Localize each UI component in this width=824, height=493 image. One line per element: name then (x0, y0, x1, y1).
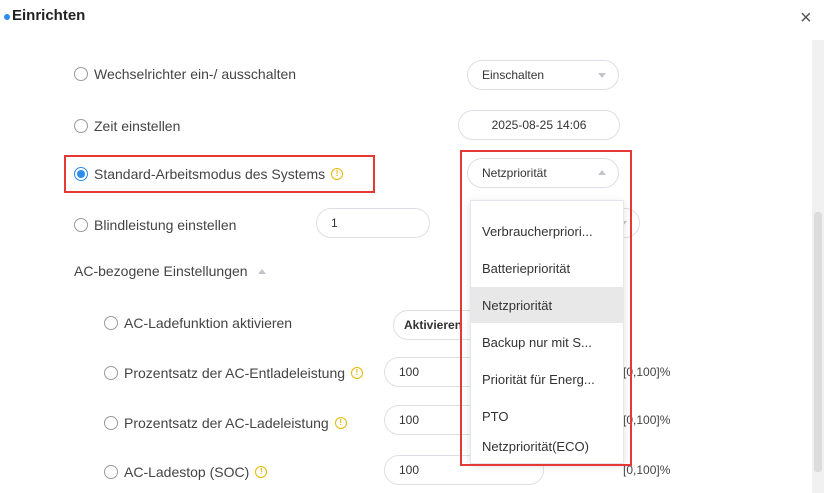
inverter-toggle-row[interactable]: Wechselrichter ein-/ ausschalten (74, 66, 296, 82)
time-row[interactable]: Zeit einstellen (74, 118, 180, 134)
time-field[interactable]: 2025-08-25 14:06 (458, 110, 620, 140)
ac-charge-pct-radio[interactable] (104, 416, 118, 430)
mode-radio[interactable] (74, 167, 88, 181)
inverter-label: Wechselrichter ein-/ ausschalten (94, 66, 297, 82)
ac-charge-pct-row[interactable]: Prozentsatz der AC-Ladeleistung ! (104, 415, 347, 431)
ac-charge-enable-row[interactable]: AC-Ladefunktion aktivieren (104, 315, 292, 331)
ac-charge-pct-label: Prozentsatz der AC-Ladeleistung (124, 415, 329, 431)
time-radio[interactable] (74, 119, 88, 133)
reactive-input[interactable]: 1 (316, 208, 430, 238)
reactive-row[interactable]: Blindleistung einstellen (74, 217, 236, 233)
inverter-select[interactable]: Einschalten (467, 60, 619, 90)
reactive-label: Blindleistung einstellen (94, 217, 237, 233)
dialog-header: Einrichten × (0, 0, 824, 40)
ac-discharge-pct-value: 100 (399, 365, 420, 379)
ac-discharge-pct-row[interactable]: Prozentsatz der AC-Entladeleistung ! (104, 365, 364, 381)
ac-section-title: AC-bezogene Einstellungen (74, 263, 248, 279)
dialog-title: Einrichten (12, 7, 86, 24)
ac-discharge-pct-radio[interactable] (104, 366, 118, 380)
ac-charge-enable-radio[interactable] (104, 316, 118, 330)
chevron-down-icon (598, 73, 606, 78)
info-icon[interactable]: ! (351, 367, 364, 379)
ac-charge-pct-value: 100 (399, 413, 420, 427)
ac-section-header[interactable]: AC-bezogene Einstellungen (74, 263, 266, 279)
info-icon[interactable]: ! (334, 417, 347, 429)
ac-charge-stop-row[interactable]: AC-Ladestop (SOC) ! (104, 464, 268, 480)
ac-charge-stop-value: 100 (399, 463, 420, 477)
close-icon[interactable]: × (800, 8, 812, 28)
reactive-radio[interactable] (74, 218, 88, 232)
ac-charge-enable-value: Aktivieren (404, 318, 463, 332)
collapse-icon[interactable] (257, 268, 266, 274)
inverter-radio[interactable] (74, 67, 88, 81)
ac-discharge-pct-label: Prozentsatz der AC-Entladeleistung (124, 365, 346, 381)
time-value: 2025-08-25 14:06 (491, 118, 587, 132)
info-icon[interactable]: ! (255, 466, 268, 478)
ac-charge-enable-label: AC-Ladefunktion aktivieren (124, 315, 293, 331)
time-label: Zeit einstellen (94, 118, 181, 134)
scrollbar-thumb[interactable] (814, 212, 822, 472)
reactive-value: 1 (331, 216, 338, 230)
info-icon[interactable]: ! (331, 168, 344, 180)
ac-charge-stop-radio[interactable] (104, 465, 118, 479)
mode-label: Standard-Arbeitsmodus des Systems (94, 166, 326, 182)
title-dot-icon (4, 14, 10, 20)
ac-charge-stop-label: AC-Ladestop (SOC) (124, 464, 250, 480)
mode-row[interactable]: Standard-Arbeitsmodus des Systems ! (74, 166, 344, 182)
dropdown-highlight-box (460, 150, 632, 466)
inverter-select-value: Einschalten (482, 68, 545, 82)
